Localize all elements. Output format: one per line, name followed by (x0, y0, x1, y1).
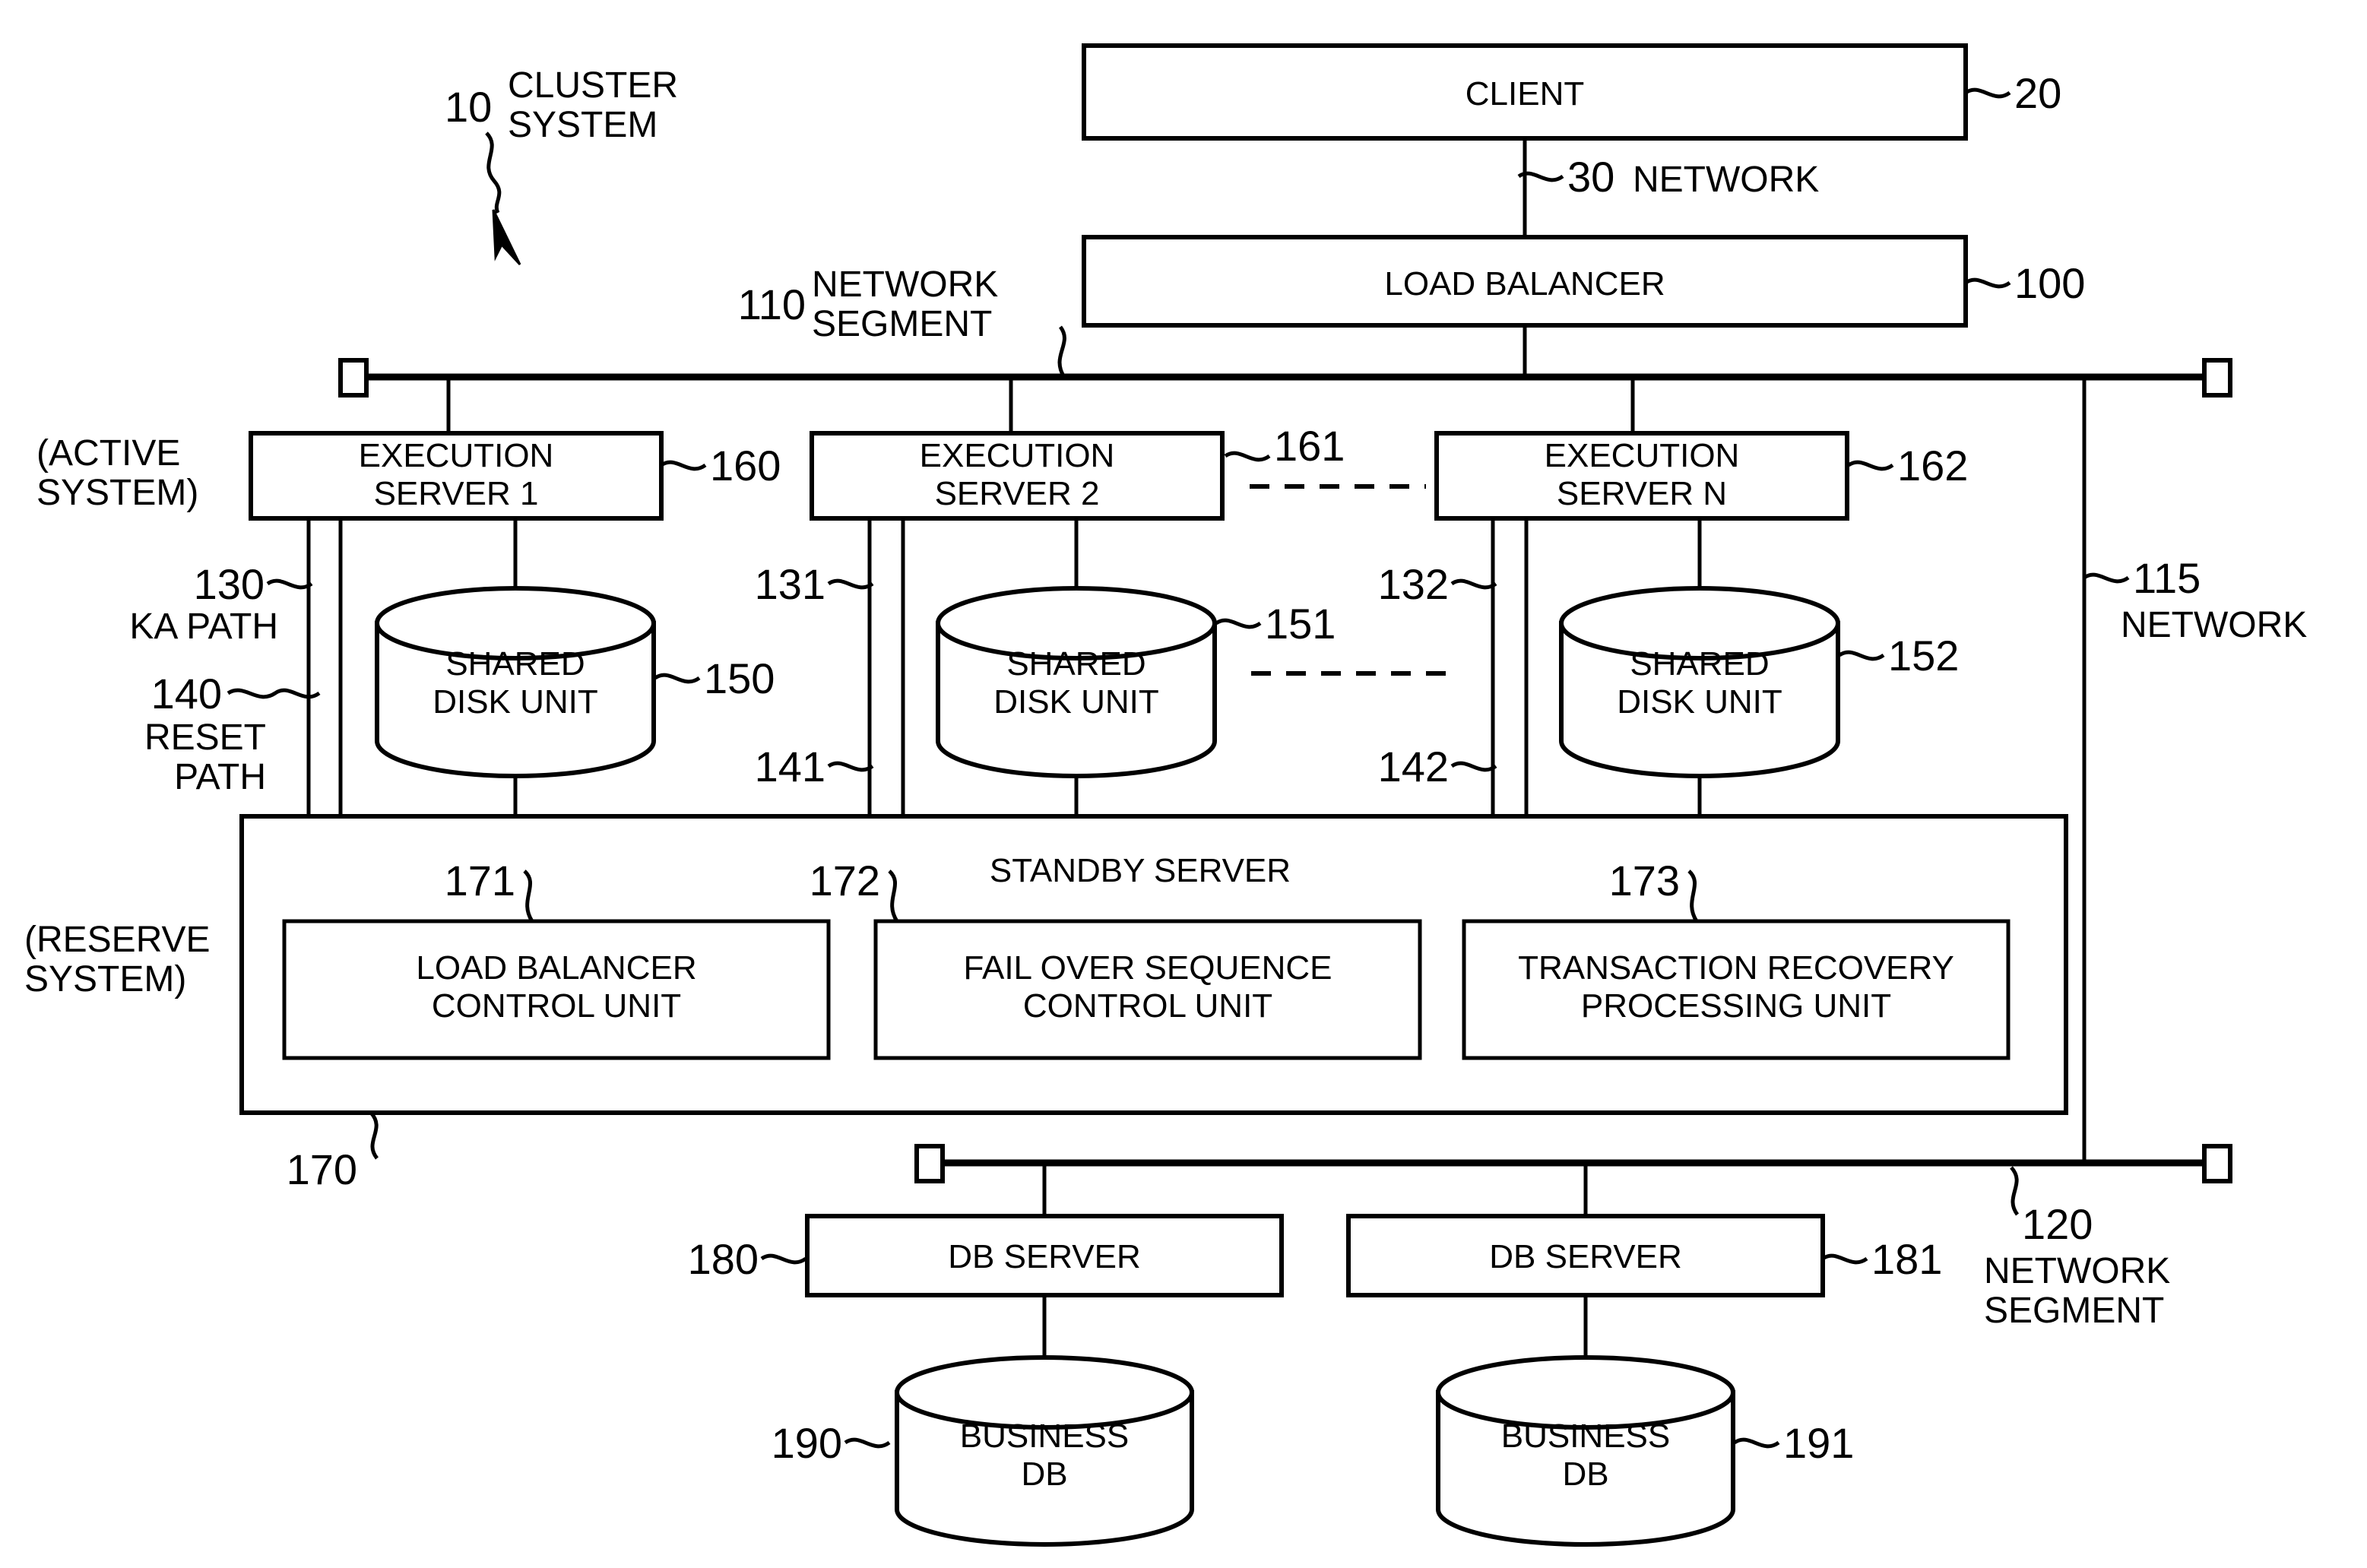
network-115-label: NETWORK (2121, 605, 2307, 645)
reset-path-140-label-2: PATH (174, 757, 266, 797)
figure-title-leader (485, 131, 502, 214)
network-115-ref: 115 (2133, 554, 2201, 602)
shared-disk-152-ref: 152 (1888, 632, 1959, 679)
execution-server-n-ref-leader (1847, 460, 1894, 471)
fail-over-sequence-control-unit-line1: FAIL OVER SEQUENCE (964, 949, 1332, 987)
business-db-right-line1: BUSINESS (1501, 1418, 1671, 1455)
network-segment-120-label-2: SEGMENT (1984, 1291, 2164, 1331)
business-db-right-ref: 191 (1783, 1419, 1854, 1467)
execution-server-2-line1: EXECUTION (920, 437, 1115, 474)
network-segment-110-label-2: SEGMENT (812, 304, 992, 344)
db-server-left-label: DB SERVER (948, 1238, 1141, 1275)
network-segment-120-ref: 120 (2022, 1200, 2093, 1248)
reset-path-141-ref: 141 (755, 743, 825, 790)
fail-over-sequence-control-unit-ref: 172 (810, 857, 880, 904)
db-server-right-ref-leader (1821, 1253, 1868, 1265)
business-db-left-ref: 190 (772, 1419, 842, 1467)
ka-path-130-label: KA PATH (129, 607, 278, 647)
network-segment-110-ref: 110 (738, 280, 806, 328)
shared-disk-152-line2: DISK UNIT (1617, 683, 1782, 721)
network-segment-120-label-1: NETWORK (1984, 1251, 2170, 1291)
figure-title-line1: CLUSTER (508, 65, 678, 106)
network-segment-120-leader (2010, 1166, 2020, 1216)
shared-disk-151-ref: 151 (1265, 600, 1336, 648)
transaction-recovery-processing-unit-line2: PROCESSING UNIT (1581, 987, 1891, 1025)
shared-disk-150-ref: 150 (704, 654, 775, 702)
network-30-ref: 30 (1567, 153, 1614, 201)
execution-server-n-line2: SERVER N (1557, 475, 1727, 512)
business-db-right-line2: DB (1562, 1456, 1608, 1493)
figure-title-arrowhead (492, 209, 521, 266)
shared-disk-151-line2: DISK UNIT (993, 683, 1159, 721)
reset-path-142-ref: 142 (1378, 743, 1449, 790)
ka-path-132-ref: 132 (1378, 560, 1449, 608)
load-balancer-control-unit-line1: LOAD BALANCER (416, 949, 696, 987)
execution-server-1-ref-leader (660, 460, 707, 471)
bus-110-terminator-left (338, 358, 369, 398)
shared-disk-150-line1: SHARED (445, 645, 585, 683)
shared-disk-152-line1: SHARED (1630, 645, 1769, 683)
business-db-left-line1: BUSINESS (960, 1418, 1130, 1455)
active-system-label-1: (ACTIVE (36, 433, 180, 474)
db-server-left-ref-leader (760, 1253, 807, 1265)
standby-server-title: STANDBY SERVER (990, 852, 1291, 889)
shared-disk-150-line2: DISK UNIT (433, 683, 598, 721)
execution-server-1-ref: 160 (710, 442, 781, 489)
load-balancer-control-unit-ref: 171 (445, 857, 515, 904)
business-db-right-ref-leader (1733, 1437, 1780, 1449)
reset-path-141-leader (827, 761, 874, 772)
network-segment-110-leader (1057, 325, 1066, 379)
patent-figure-cluster-system: 10 CLUSTER SYSTEM CLIENT 20 30 NETWORK L… (0, 0, 2367, 1568)
shared-disk-152-ref-leader (1838, 650, 1885, 661)
load-balancer-ref-leader (1964, 277, 2011, 289)
execution-server-2-line2: SERVER 2 (935, 475, 1100, 512)
db-server-right-ref: 181 (1871, 1235, 1942, 1283)
load-balancer-ref: 100 (2014, 259, 2085, 307)
db-server-right-label: DB SERVER (1489, 1238, 1682, 1275)
shared-disk-151-line1: SHARED (1006, 645, 1145, 683)
execution-server-n-ref: 162 (1897, 442, 1968, 489)
shared-disk-150-ref-leader (654, 673, 701, 684)
reset-path-140-ref: 140 (151, 670, 222, 717)
ka-path-130-ref: 130 (194, 560, 265, 608)
ka-path-132-leader (1450, 578, 1497, 590)
shared-disk-151-ref-leader (1215, 618, 1262, 629)
bus-120-terminator-left (914, 1144, 945, 1183)
reset-path-140-label-1: RESET (144, 717, 266, 758)
load-balancer-label: LOAD BALANCER (1384, 265, 1665, 303)
business-db-left-ref-leader (844, 1437, 891, 1449)
figure-title-line2: SYSTEM (508, 105, 658, 145)
client-ref-leader (1964, 87, 2011, 99)
client-label: CLIENT (1466, 75, 1584, 112)
reserve-system-label-1: (RESERVE (24, 920, 211, 960)
load-balancer-control-unit-line2: CONTROL UNIT (432, 987, 681, 1025)
bus-110-terminator-right (2202, 358, 2232, 398)
network-115-leader (2083, 572, 2130, 584)
business-db-left-line2: DB (1021, 1456, 1067, 1493)
client-ref: 20 (2014, 69, 2061, 117)
bus-120-terminator-right (2202, 1144, 2232, 1183)
execution-server-1-line1: EXECUTION (359, 437, 554, 474)
ka-path-130-leader (266, 578, 313, 590)
ka-path-131-ref: 131 (755, 560, 825, 608)
network-30-label: NETWORK (1633, 160, 1819, 200)
network-segment-110-label-1: NETWORK (812, 265, 998, 305)
active-system-label-2: SYSTEM) (36, 473, 198, 513)
transaction-recovery-processing-unit-ref: 173 (1609, 857, 1680, 904)
standby-server-ref-leader (369, 1111, 379, 1160)
figure-ref-10: 10 (445, 83, 492, 131)
reset-path-142-leader (1450, 761, 1497, 772)
diagram-canvas: 10 CLUSTER SYSTEM CLIENT 20 30 NETWORK L… (24, 43, 2307, 1547)
db-server-left-ref: 180 (688, 1235, 759, 1283)
transaction-recovery-processing-unit-line1: TRANSACTION RECOVERY (1518, 949, 1954, 987)
ka-path-131-leader (827, 578, 874, 590)
execution-server-1-line2: SERVER 1 (374, 475, 539, 512)
reserve-system-label-2: SYSTEM) (24, 959, 186, 999)
reset-path-140-leader (227, 688, 321, 699)
execution-server-n-line1: EXECUTION (1545, 437, 1740, 474)
standby-server-ref: 170 (287, 1145, 357, 1193)
fail-over-sequence-control-unit-line2: CONTROL UNIT (1023, 987, 1272, 1025)
execution-server-2-ref-leader (1224, 451, 1271, 462)
execution-server-2-ref: 161 (1274, 422, 1345, 470)
